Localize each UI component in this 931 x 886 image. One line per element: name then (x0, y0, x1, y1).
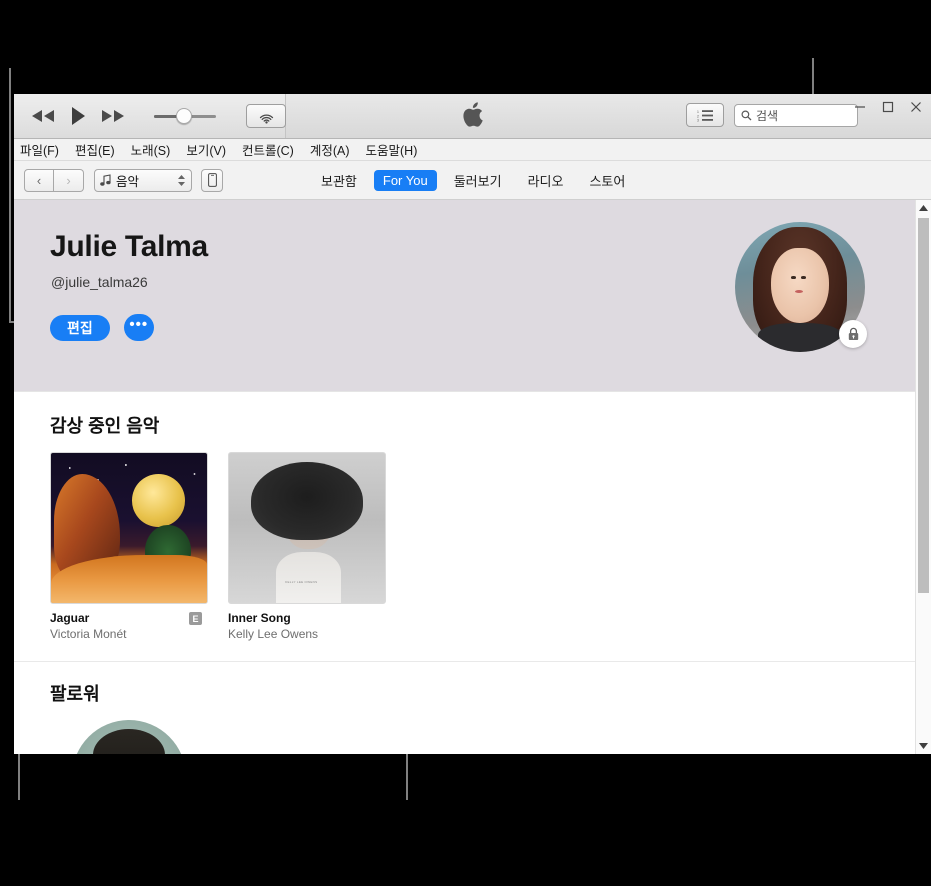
album-artist: Kelly Lee Owens (228, 627, 319, 641)
transport-controls (14, 104, 286, 128)
menu-item-song[interactable]: 노래(S) (131, 140, 171, 159)
menu-item-file[interactable]: 파일(F) (20, 140, 59, 159)
explicit-badge: E (189, 612, 202, 625)
album-title: Jaguar (50, 611, 90, 625)
svg-text:1: 1 (697, 110, 699, 114)
followers-section-title: 팔로워 (50, 684, 100, 704)
close-button[interactable] (907, 98, 925, 116)
device-button[interactable] (201, 168, 223, 192)
tab-library[interactable]: 보관함 (312, 168, 366, 193)
forward-button[interactable]: › (54, 168, 84, 192)
menu-item-edit[interactable]: 편집(E) (75, 140, 115, 159)
scrollbar-thumb[interactable] (918, 218, 929, 593)
source-selector[interactable]: 음악 (94, 168, 192, 192)
menu-item-help[interactable]: 도움말(H) (366, 140, 418, 159)
toolbar-right: 1 2 3 검색 (686, 103, 858, 127)
callout-line-toolbar-left-vert (9, 68, 11, 323)
rewind-button[interactable] (30, 109, 56, 123)
album-meta: Inner Song Kelly Lee Owens (228, 611, 386, 641)
device-icon (207, 173, 217, 187)
back-button[interactable]: ‹ (24, 168, 54, 192)
content-area: Julie Talma @julie_talma26 편집 ••• 감상 중인 … (14, 200, 931, 754)
fast-forward-button[interactable] (100, 109, 126, 123)
profile-header: Julie Talma @julie_talma26 편집 ••• (14, 200, 931, 392)
menu-item-controls[interactable]: 컨트롤(C) (242, 140, 294, 159)
music-note-icon (100, 174, 111, 186)
nav-arrows: ‹ › (24, 168, 84, 192)
tab-store[interactable]: 스토어 (580, 168, 634, 193)
listening-section: 감상 중인 음악 Jaguar Victoria Monét E KELLY L… (14, 392, 931, 754)
vertical-scrollbar[interactable] (915, 200, 931, 754)
menu-item-account[interactable]: 계정(A) (310, 140, 350, 159)
tab-for-you[interactable]: For You (373, 169, 437, 191)
more-options-button[interactable]: ••• (123, 314, 154, 341)
maximize-button[interactable] (879, 98, 897, 116)
album-card[interactable]: KELLY LEE OWENS Inner Song Kelly Lee Owe… (228, 452, 386, 641)
screenshot-root: 1 2 3 검색 파일(F) 편집(E) 노래(S) 보기(V) 컨트롤(C) … (0, 0, 931, 886)
search-placeholder: 검색 (756, 108, 779, 123)
menu-bar: 파일(F) 편집(E) 노래(S) 보기(V) 컨트롤(C) 계정(A) 도움말… (14, 139, 931, 161)
play-button[interactable] (70, 106, 86, 126)
volume-slider[interactable] (154, 108, 216, 124)
album-artist: Victoria Monét (50, 627, 127, 641)
tab-radio[interactable]: 라디오 (519, 168, 573, 193)
tab-browse[interactable]: 둘러보기 (445, 168, 511, 193)
titlebar: 1 2 3 검색 (14, 94, 931, 139)
album-artwork[interactable]: KELLY LEE OWENS (228, 452, 386, 604)
svg-text:3: 3 (697, 118, 699, 121)
navigation-bar: ‹ › 음악 보관함 For You 둘러보기 라디오 스토어 (14, 161, 931, 200)
source-label: 음악 (116, 174, 140, 189)
privacy-lock-icon (839, 320, 867, 348)
list-icon: 1 2 3 (697, 110, 713, 122)
page-title: Julie Talma (50, 230, 208, 263)
primary-tabs: 보관함 For You 둘러보기 라디오 스토어 (312, 168, 634, 193)
profile-handle: @julie_talma26 (51, 274, 148, 290)
minimize-button[interactable] (851, 98, 869, 116)
search-input[interactable]: 검색 (734, 103, 858, 127)
search-icon (741, 110, 752, 120)
album-meta: Jaguar Victoria Monét E (50, 611, 208, 641)
chevron-updown-icon (178, 174, 185, 186)
album-list: Jaguar Victoria Monét E KELLY LEE OWENS (50, 452, 931, 641)
scroll-up-button[interactable] (916, 200, 931, 216)
menu-item-view[interactable]: 보기(V) (186, 140, 226, 159)
list-view-button[interactable]: 1 2 3 (686, 103, 724, 127)
volume-knob[interactable] (176, 108, 192, 124)
album-artwork[interactable] (50, 452, 208, 604)
itunes-window: 1 2 3 검색 파일(F) 편집(E) 노래(S) 보기(V) 컨트롤(C) … (14, 94, 931, 754)
airplay-button[interactable] (246, 104, 286, 128)
album-card[interactable]: Jaguar Victoria Monét E (50, 452, 208, 641)
scroll-down-button[interactable] (916, 738, 931, 754)
listening-section-title: 감상 중인 음악 (50, 416, 160, 436)
transport-panel (14, 94, 286, 138)
avatar[interactable] (735, 222, 867, 352)
window-controls (851, 98, 925, 116)
follower-avatar[interactable] (72, 720, 186, 754)
profile-actions: 편집 ••• (50, 314, 154, 341)
airplay-icon (259, 114, 273, 124)
edit-profile-button[interactable]: 편집 (50, 314, 110, 341)
album-title: Inner Song (228, 611, 291, 625)
